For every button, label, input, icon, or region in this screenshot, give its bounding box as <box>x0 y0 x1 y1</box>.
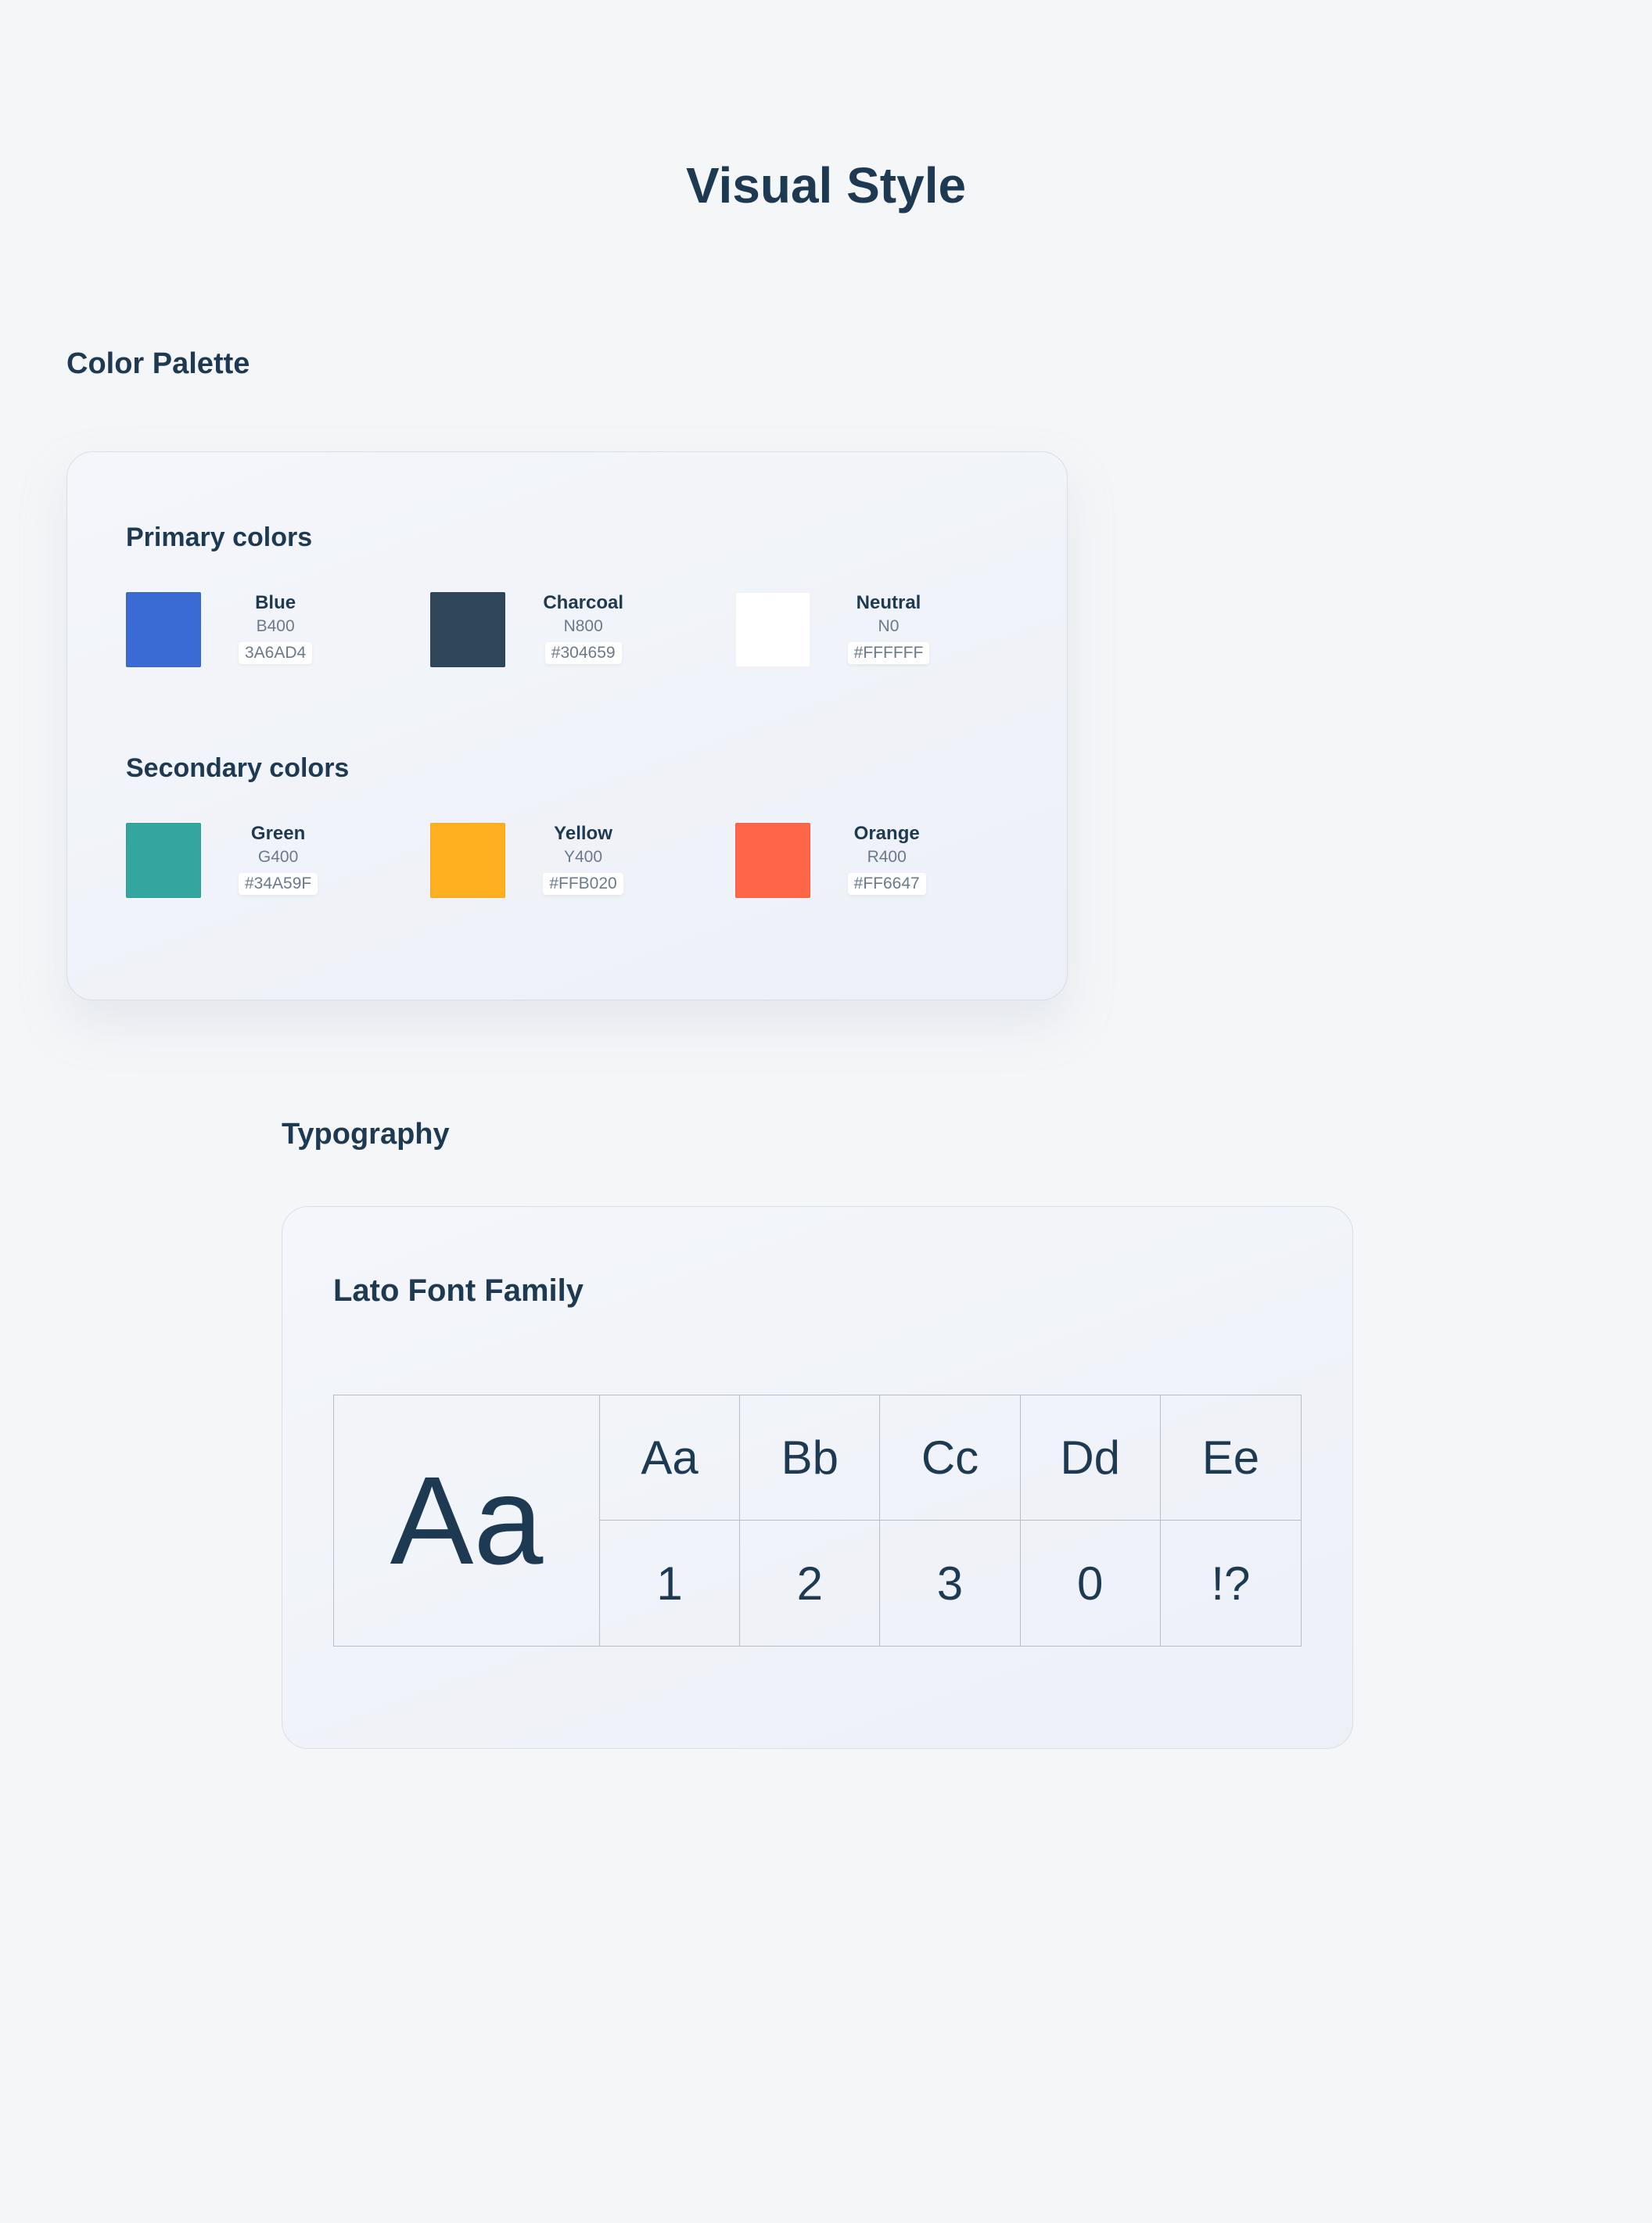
font-sample-grid: Aa Aa Bb Cc Dd Ee 1 2 3 0 !? <box>333 1395 1302 1647</box>
swatch-box <box>735 592 810 667</box>
secondary-colors-heading: Secondary colors <box>126 753 1008 784</box>
swatch-name: Blue <box>255 592 296 614</box>
swatch-token: G400 <box>258 848 298 867</box>
font-cell: 3 <box>880 1521 1020 1646</box>
swatch-info: Blue B400 3A6AD4 <box>239 592 312 664</box>
swatch-box <box>735 823 810 898</box>
font-large-sample: Aa <box>334 1395 600 1646</box>
swatch-hex: 3A6AD4 <box>239 642 312 664</box>
swatch-hex: #FFFFFF <box>848 642 930 664</box>
swatch-info: Charcoal N800 #304659 <box>543 592 623 664</box>
swatch-box <box>126 823 201 898</box>
font-cell: 2 <box>740 1521 880 1646</box>
typography-card: Lato Font Family Aa Aa Bb Cc Dd Ee 1 2 3… <box>282 1206 1353 1749</box>
font-cell: Aa <box>600 1395 740 1521</box>
swatch-name: Neutral <box>857 592 921 614</box>
swatch-token: N0 <box>878 617 900 636</box>
swatch-name: Yellow <box>554 823 612 845</box>
swatch-item-green: Green G400 #34A59F <box>126 823 399 898</box>
page-title: Visual Style <box>0 0 1652 214</box>
font-cell: Cc <box>880 1395 1020 1521</box>
swatch-hex: #FF6647 <box>848 873 926 895</box>
color-palette-card: Primary colors Blue B400 3A6AD4 Charcoal… <box>66 451 1068 1000</box>
swatch-item-orange: Orange R400 #FF6647 <box>735 823 1008 898</box>
swatch-hex: #304659 <box>545 642 622 664</box>
swatch-box <box>126 592 201 667</box>
color-palette-section: Color Palette Primary colors Blue B400 3… <box>0 347 1652 1000</box>
font-cell: Ee <box>1161 1395 1301 1521</box>
swatch-token: B400 <box>257 617 295 636</box>
swatch-name: Orange <box>854 823 920 845</box>
font-cell: Bb <box>740 1395 880 1521</box>
swatch-item-yellow: Yellow Y400 #FFB020 <box>430 823 703 898</box>
swatch-info: Yellow Y400 #FFB020 <box>543 823 623 895</box>
font-small-grid: Aa Bb Cc Dd Ee 1 2 3 0 !? <box>600 1395 1301 1646</box>
swatch-token: Y400 <box>564 848 602 867</box>
font-cell: 0 <box>1021 1521 1161 1646</box>
typography-heading: Typography <box>282 1118 1652 1151</box>
typography-section: Typography Lato Font Family Aa Aa Bb Cc … <box>0 1118 1652 1749</box>
swatch-name: Green <box>251 823 305 845</box>
primary-colors-heading: Primary colors <box>126 523 1008 553</box>
secondary-colors-row: Green G400 #34A59F Yellow Y400 #FFB020 O… <box>126 823 1008 898</box>
swatch-info: Green G400 #34A59F <box>239 823 318 895</box>
swatch-item-neutral: Neutral N0 #FFFFFF <box>735 592 1008 667</box>
swatch-hex: #34A59F <box>239 873 318 895</box>
swatch-hex: #FFB020 <box>543 873 623 895</box>
swatch-name: Charcoal <box>543 592 623 614</box>
primary-colors-row: Blue B400 3A6AD4 Charcoal N800 #304659 N… <box>126 592 1008 667</box>
swatch-box <box>430 823 505 898</box>
color-palette-heading: Color Palette <box>66 347 1652 381</box>
font-cell: Dd <box>1021 1395 1161 1521</box>
font-family-heading: Lato Font Family <box>333 1273 1302 1309</box>
swatch-box <box>430 592 505 667</box>
swatch-token: R400 <box>867 848 907 867</box>
swatch-token: N800 <box>564 617 603 636</box>
swatch-item-charcoal: Charcoal N800 #304659 <box>430 592 703 667</box>
swatch-info: Neutral N0 #FFFFFF <box>848 592 930 664</box>
swatch-item-blue: Blue B400 3A6AD4 <box>126 592 399 667</box>
font-cell: !? <box>1161 1521 1301 1646</box>
font-cell: 1 <box>600 1521 740 1646</box>
swatch-info: Orange R400 #FF6647 <box>848 823 926 895</box>
